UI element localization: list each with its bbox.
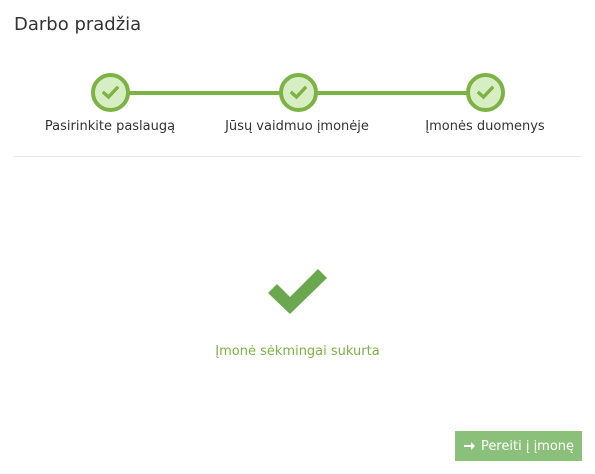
step-indicator-3 — [466, 73, 505, 112]
go-to-company-button[interactable]: Pereiti į įmonę — [455, 431, 582, 461]
step-label-company-data: Įmonės duomenys — [425, 119, 545, 134]
arrow-right-icon — [463, 440, 475, 452]
step-indicator-1 — [91, 73, 130, 112]
success-check-icon — [268, 268, 328, 318]
step-label-role: Jūsų vaidmuo įmonėje — [225, 119, 369, 134]
step-label-service: Pasirinkite paslaugą — [44, 119, 176, 134]
go-to-company-label: Pereiti į įmonę — [480, 438, 575, 454]
check-icon — [477, 85, 494, 100]
check-icon — [290, 85, 307, 100]
success-message: Įmonė sėkmingai sukurta — [215, 344, 380, 359]
page-title: Darbo pradžia — [14, 14, 142, 35]
divider — [14, 156, 581, 157]
step-connector — [316, 91, 467, 95]
step-indicator-2 — [279, 73, 318, 112]
progress-stepper: Pasirinkite paslaugą Jūsų vaidmuo įmonėj… — [0, 72, 595, 142]
step-connector — [128, 91, 280, 95]
check-icon — [102, 85, 119, 100]
